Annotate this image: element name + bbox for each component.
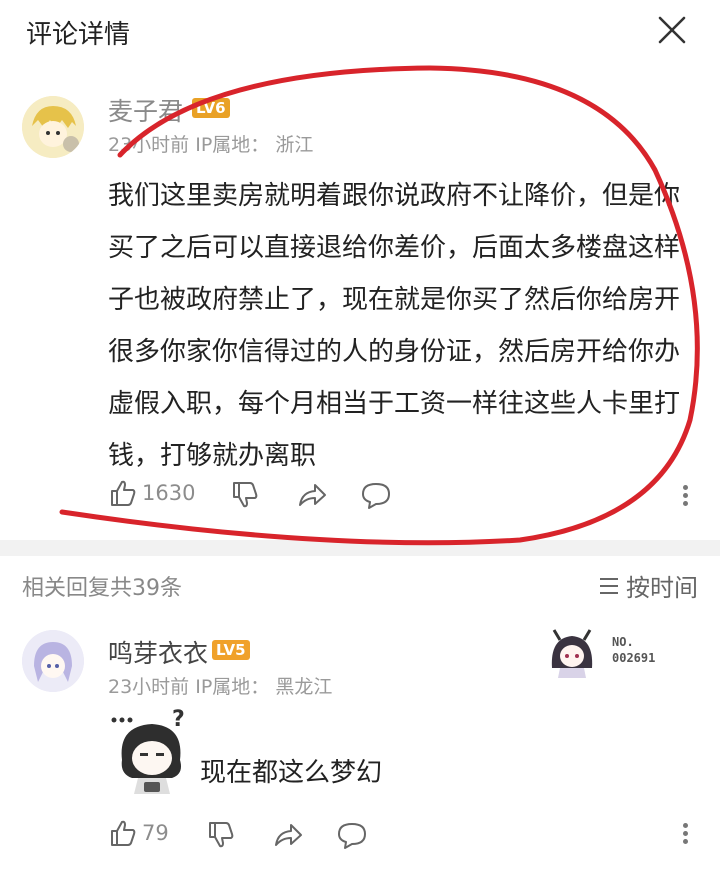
reply-meta: 23小时前 IP属地： 黑龙江 (108, 672, 332, 699)
comment-username[interactable]: 麦子君 (108, 92, 183, 128)
top-bar: 评论详情 (0, 0, 720, 58)
level-badge: LV6 (192, 98, 230, 118)
reply-time: 23小时前 (108, 676, 190, 698)
more-icon[interactable] (680, 820, 690, 847)
replies-count: 相关回复共39条 (22, 576, 182, 601)
svg-text:?: ? (172, 707, 185, 732)
like-icon (111, 820, 136, 846)
badge-character-icon (551, 629, 593, 678)
avatar[interactable] (22, 630, 84, 692)
like-count: 1630 (142, 481, 196, 505)
dislike-icon[interactable] (230, 480, 260, 510)
avatar-illustration (22, 96, 84, 158)
share-icon[interactable] (296, 480, 328, 510)
avatar-illustration (22, 630, 84, 692)
ip-location-label: IP属地： (195, 134, 270, 156)
share-icon[interactable] (272, 820, 304, 850)
page-title: 评论详情 (26, 20, 131, 50)
user-badge: NO. 002691 (540, 622, 680, 678)
like-count: 79 (142, 821, 169, 845)
avatar[interactable] (22, 96, 84, 158)
ip-location: 黑龙江 (275, 676, 333, 698)
comment-meta: 23小时前 IP属地： 浙江 (108, 130, 313, 157)
level-badge: LV5 (212, 640, 250, 660)
comment-time: 23小时前 (108, 134, 190, 156)
reply-username[interactable]: 鸣芽衣衣 (108, 634, 208, 670)
reply-text: 现在都这么梦幻 (200, 758, 383, 788)
sort-button[interactable]: 按时间 (598, 568, 698, 603)
comment-icon[interactable] (336, 820, 368, 850)
dislike-icon[interactable] (206, 820, 236, 850)
close-icon[interactable] (652, 10, 692, 50)
sort-icon (600, 577, 618, 594)
ip-location: 浙江 (275, 134, 314, 156)
badge-number: 002691 (612, 651, 656, 665)
section-divider (0, 540, 720, 556)
ip-location-label: IP属地： (195, 676, 270, 698)
sort-label: 按时间 (626, 574, 698, 602)
badge-number-label: NO. (612, 635, 634, 649)
more-icon[interactable] (680, 482, 690, 509)
sticker-image: ? (111, 707, 185, 794)
comment-icon[interactable] (360, 480, 392, 510)
like-button[interactable]: 1630 (108, 478, 195, 508)
like-button[interactable]: 79 (108, 818, 169, 848)
like-icon (111, 480, 136, 506)
comment-text: 我们这里卖房就明着跟你说政府不让降价，但是你买了之后可以直接退给你差价，后面太多… (108, 181, 681, 471)
